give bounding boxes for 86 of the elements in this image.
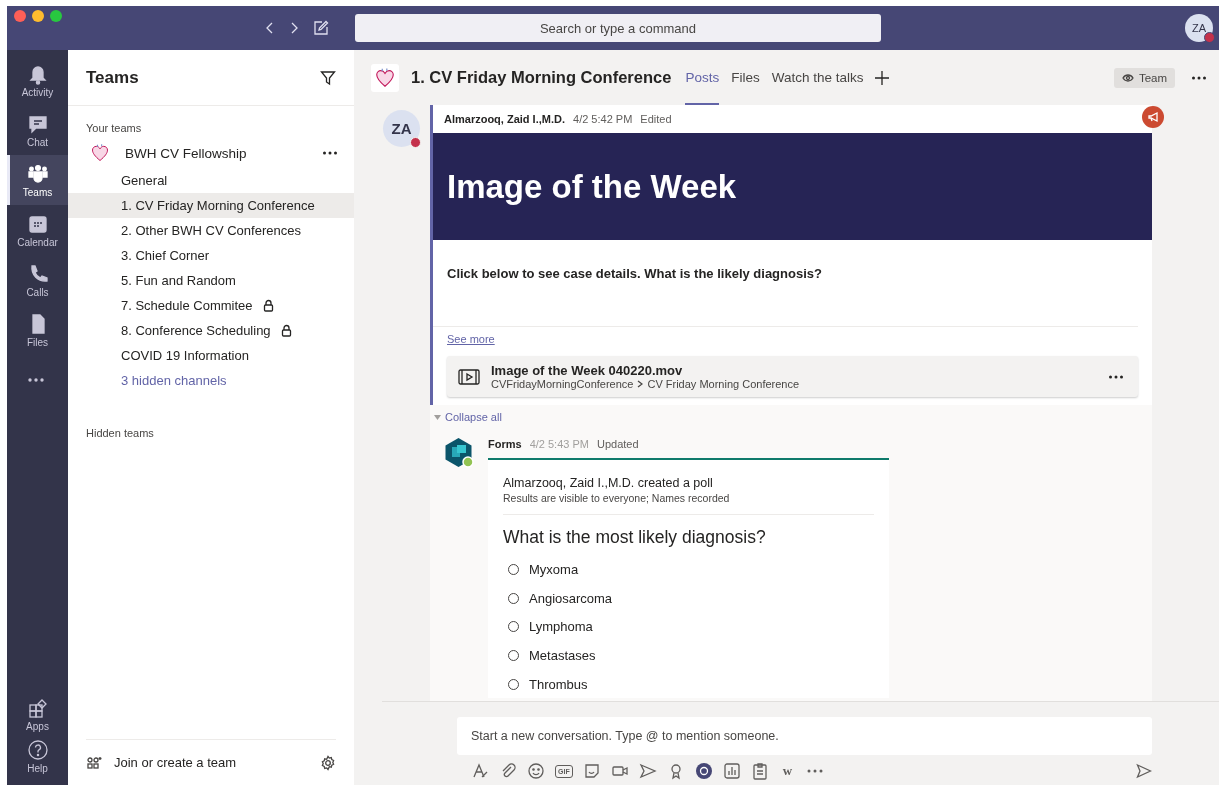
author-name: Almarzooq, Zaid I.,M.D. — [444, 113, 565, 125]
panel-title: Teams — [86, 67, 139, 88]
author-avatar[interactable]: ZA — [383, 110, 420, 147]
poll-chart-icon[interactable] — [722, 762, 741, 780]
updated-label: Updated — [596, 438, 639, 450]
rail-item[interactable]: Activity — [7, 55, 68, 105]
section-label: Hidden teams — [86, 427, 155, 439]
channel-item[interactable]: 1. CV Friday Morning Conference — [68, 193, 354, 218]
channel-item[interactable]: General — [68, 168, 354, 193]
channel-item[interactable]: 8. Conference Scheduling — [68, 318, 354, 343]
channel-title: 1. CV Friday Morning Conference — [411, 68, 672, 87]
rail-item[interactable]: Calendar — [7, 205, 68, 255]
add-team-icon — [86, 755, 102, 770]
channel-item[interactable]: COVID 19 Information — [68, 343, 354, 368]
lock-icon — [280, 324, 292, 337]
send-arrow-icon[interactable] — [638, 762, 657, 780]
option-label: Metastases — [529, 647, 596, 663]
channel-tab[interactable]: Watch the talks — [771, 50, 864, 105]
clipboard-icon[interactable] — [750, 762, 769, 780]
forward-icon[interactable] — [289, 21, 299, 35]
team-name[interactable]: BWH CV Fellowship — [125, 145, 322, 161]
more-icon[interactable] — [1108, 373, 1124, 380]
wiki-button[interactable]: w — [778, 763, 797, 779]
rail-item[interactable]: Teams — [7, 155, 68, 205]
lock-icon — [262, 299, 274, 312]
more-icon[interactable] — [1191, 74, 1207, 81]
megaphone-icon — [1147, 111, 1159, 123]
poll-note: Results are visible to everyone; Names recorded — [503, 492, 874, 515]
user-avatar[interactable]: ZA — [1185, 14, 1213, 42]
channel-item[interactable]: 5. Fun and Random — [68, 268, 354, 293]
video-file-icon — [458, 368, 480, 385]
more-icon[interactable] — [322, 150, 338, 156]
file-path: CVFridayMorningConference — [491, 378, 634, 390]
file-name: Image of the Week 040220.mov — [491, 363, 684, 378]
channel-tab[interactable]: Files — [731, 50, 760, 105]
channel-item[interactable]: 7. Schedule Commitee — [68, 293, 354, 318]
option-label: Myxoma — [529, 561, 579, 577]
edited-label: Edited — [640, 113, 672, 125]
file-card[interactable]: Image of the Week 040220.mov CVFridayMorningConference CV Friday Morning Conference — [447, 356, 1138, 397]
rail-item[interactable]: Files — [7, 305, 68, 355]
send-icon[interactable] — [1136, 763, 1152, 779]
collapse-all-link[interactable]: Collapse all — [445, 411, 502, 423]
section-label: Your teams — [86, 122, 143, 134]
chevron-icon — [637, 380, 644, 388]
author-name: Forms — [488, 438, 522, 450]
zoom-window-button[interactable] — [50, 10, 62, 22]
message-field[interactable]: Start a new conversation. Type @ to mention someone. — [457, 717, 1152, 755]
option-label: Thrombus — [529, 676, 588, 692]
post-time: 4/2 5:42 PM — [573, 113, 633, 125]
help-icon — [26, 738, 49, 761]
channel-item[interactable]: 3. Chief Corner — [68, 243, 354, 268]
search-field[interactable]: Search or type a command — [355, 14, 881, 42]
format-icon[interactable] — [471, 762, 489, 780]
banner-title: Image of the Week — [447, 167, 737, 206]
rail-item[interactable]: Chat — [7, 105, 68, 155]
caret-icon — [434, 414, 441, 420]
team-button[interactable]: Team — [1113, 67, 1175, 88]
back-icon[interactable] — [265, 21, 275, 35]
emoji-icon[interactable] — [527, 762, 545, 780]
poll-creator: Almarzooq, Zaid I.,M.D. created a poll — [503, 476, 714, 490]
sticker-icon[interactable] — [582, 762, 601, 780]
eye-icon — [1121, 73, 1134, 82]
file-path: CV Friday Morning Conference — [647, 378, 800, 390]
join-team-link[interactable]: Join or create a team — [114, 755, 308, 770]
channel-item[interactable]: 2. Other BWH CV Conferences — [68, 218, 354, 243]
team-heart-icon — [90, 143, 110, 163]
app-circle-icon[interactable] — [694, 762, 713, 780]
option-label: Angiosarcoma — [529, 590, 613, 606]
poll-question: What is the most likely diagnosis? — [503, 527, 767, 548]
teams-icon — [26, 162, 49, 185]
forms-app-icon — [443, 437, 474, 468]
post-text: Click below to see case details. What is the likely diagnosis? — [447, 266, 822, 281]
hidden-channels-link[interactable]: 3 hidden channels — [68, 368, 354, 393]
settings-icon[interactable] — [320, 754, 336, 771]
rail-item[interactable]: Calls — [7, 255, 68, 305]
rail-item[interactable]: Help — [7, 735, 68, 777]
close-window-button[interactable] — [14, 10, 26, 22]
compose-icon[interactable] — [313, 20, 329, 36]
rail-item[interactable]: Apps — [7, 693, 68, 735]
more-icon[interactable] — [27, 377, 45, 383]
see-more-link[interactable]: See more — [447, 333, 495, 345]
add-tab-icon[interactable] — [875, 70, 890, 85]
option-label: Lymphoma — [529, 619, 593, 635]
post-time: 4/2 5:43 PM — [529, 438, 589, 450]
minimize-window-button[interactable] — [32, 10, 44, 22]
filter-icon[interactable] — [320, 69, 336, 86]
